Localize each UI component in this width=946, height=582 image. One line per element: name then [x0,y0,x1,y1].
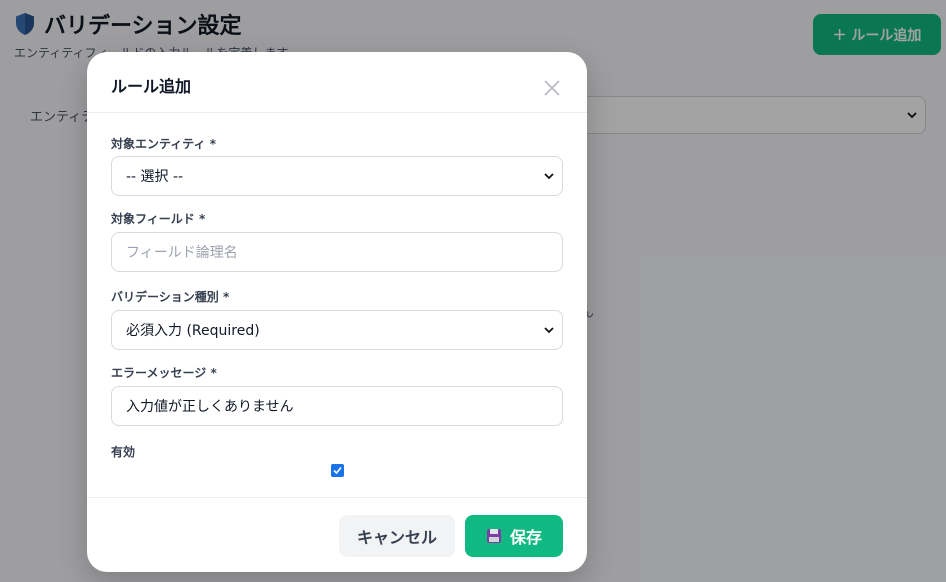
close-icon[interactable] [543,79,561,97]
enabled-label: 有効 [111,445,136,459]
floppy-disk-icon [486,529,501,543]
error-message-input[interactable]: 入力値が正しくありません [111,386,563,426]
entity-select-value: -- 選択 -- [126,169,184,185]
error-message-label: エラーメッセージ * [111,366,217,380]
enabled-checkbox[interactable] [331,464,344,477]
validation-type-value: 必須入力 (Required) [126,323,260,339]
entity-label: 対象エンティティ * [111,137,217,151]
validation-type-select[interactable]: 必須入力 (Required) [111,310,563,350]
chevron-down-icon [544,173,554,180]
field-label: 対象フィールド * [111,212,206,226]
validation-type-label: バリデーション種別 * [111,290,230,304]
modal-header: ルール追加 [87,52,587,113]
modal-footer: キャンセル 保存 [87,497,587,572]
entity-select[interactable]: -- 選択 -- [111,156,563,196]
check-icon [333,466,342,475]
save-button[interactable]: 保存 [465,515,563,557]
modal-title: ルール追加 [111,77,192,96]
chevron-down-icon [544,327,554,334]
add-rule-modal: ルール追加 対象エンティティ * -- 選択 -- 対象フィールド * フィール… [87,52,587,572]
field-input[interactable]: フィールド論理名 [111,232,563,272]
save-button-label: 保存 [509,528,542,547]
cancel-button[interactable]: キャンセル [339,515,455,557]
